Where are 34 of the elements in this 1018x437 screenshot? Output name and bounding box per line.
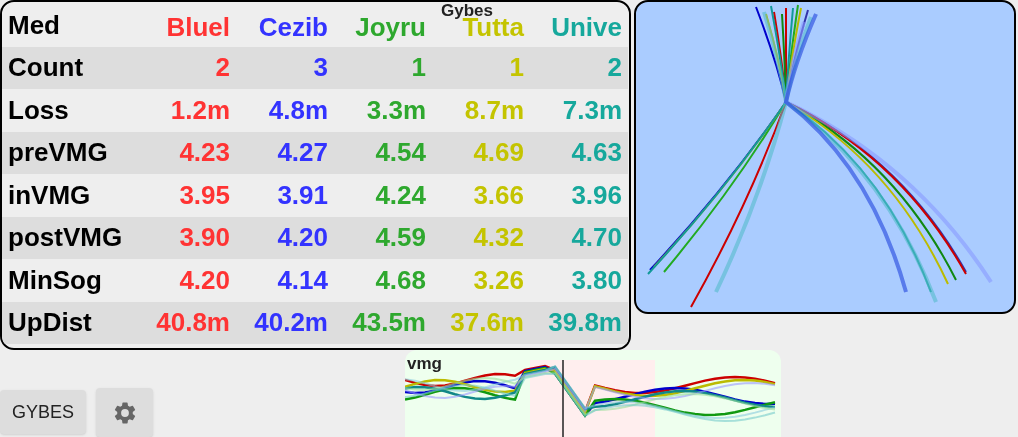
column-header: Unive bbox=[551, 16, 622, 39]
row-label: Count bbox=[2, 46, 138, 89]
column-header: Tutta bbox=[462, 16, 524, 39]
column-header: Bluel bbox=[166, 16, 230, 39]
row-label: preVMG bbox=[2, 131, 138, 174]
table-cell: 4.63 bbox=[530, 131, 628, 174]
settings-button[interactable] bbox=[96, 388, 154, 437]
chart-label: vmg bbox=[407, 353, 442, 375]
column-header: Cezib bbox=[258, 16, 328, 39]
table-cell: 2 bbox=[530, 46, 628, 89]
row-label: UpDist bbox=[2, 301, 138, 344]
table-cell: 43.5m bbox=[334, 301, 432, 344]
table-cell: 1 bbox=[334, 46, 432, 89]
column-header: Joyru bbox=[355, 16, 426, 39]
title-label: Gybes bbox=[441, 2, 493, 19]
row-label: postVMG bbox=[2, 216, 138, 259]
table-cell: 4.69 bbox=[432, 131, 530, 174]
table-cell: 37.6m bbox=[432, 301, 530, 344]
table-cell: 1 bbox=[432, 46, 530, 89]
table-cell: 4.23 bbox=[138, 131, 236, 174]
gybes-button[interactable]: GYBES bbox=[0, 390, 87, 434]
table-cell: 4.54 bbox=[334, 131, 432, 174]
table-cell: 40.2m bbox=[236, 301, 334, 344]
table-cell: 4.32 bbox=[432, 216, 530, 259]
table-cell: 4.27 bbox=[236, 131, 334, 174]
table-cell: 3.90 bbox=[138, 216, 236, 259]
table-cell: 4.59 bbox=[334, 216, 432, 259]
table-cell: 3 bbox=[236, 46, 334, 89]
table-cell: 39.8m bbox=[530, 301, 628, 344]
table-cell: 4.20 bbox=[236, 216, 334, 259]
table-cell: 2 bbox=[138, 46, 236, 89]
table-cell: 40.8m bbox=[138, 301, 236, 344]
table-cell: 4.70 bbox=[530, 216, 628, 259]
header-cell-text: Med bbox=[7, 8, 61, 42]
